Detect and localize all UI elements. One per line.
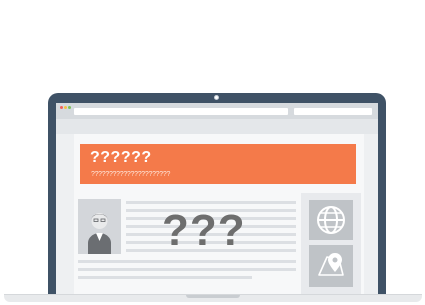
profile-photo <box>78 199 121 254</box>
map-tile[interactable] <box>309 245 353 287</box>
close-dot[interactable] <box>60 106 63 109</box>
text-line <box>78 276 253 279</box>
text-line <box>126 201 296 204</box>
browser-toolbar <box>56 103 378 119</box>
question-marks: ??? <box>162 206 246 255</box>
minimize-dot[interactable] <box>64 106 67 109</box>
laptop-notch <box>186 295 240 298</box>
map-pin-icon <box>318 253 344 276</box>
person-avatar-icon <box>88 213 111 254</box>
bottom-text-lines <box>78 260 296 284</box>
hero-banner: ?????? ?????????????????????? <box>80 144 356 184</box>
laptop-screen: ?????? ?????????????????????? ??? <box>56 103 378 295</box>
text-line <box>78 260 296 263</box>
banner-title: ?????? <box>90 149 152 166</box>
search-bar[interactable] <box>294 108 372 115</box>
text-line <box>78 268 296 271</box>
globe-icon <box>317 206 345 234</box>
maximize-dot[interactable] <box>68 106 71 109</box>
globe-tile[interactable] <box>309 200 353 240</box>
address-bar[interactable] <box>74 108 288 115</box>
webcam-dot <box>214 95 219 100</box>
banner-subtitle: ?????????????????????? <box>91 171 171 178</box>
browser-subbar <box>56 119 378 134</box>
